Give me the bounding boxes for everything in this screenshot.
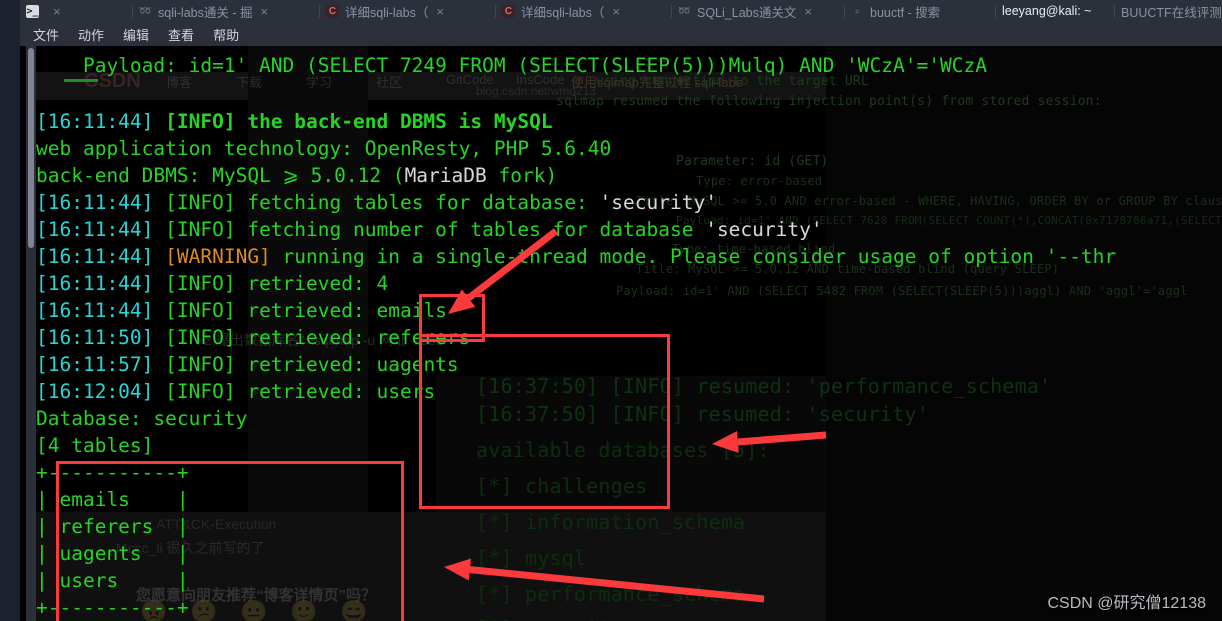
browser-tab-label: buuctf - 搜索 (870, 5, 941, 20)
close-icon[interactable]: × (260, 5, 268, 18)
browser-tab-label: SQLi_Labs通关文 (697, 5, 797, 20)
browser-tab-3[interactable]: C 详细sqli-labs（ × (496, 0, 671, 22)
close-icon[interactable]: × (53, 5, 61, 18)
arrow-to-count (448, 228, 559, 314)
terminal-menu-bar[interactable]: 文件 动作 编辑 查看 帮助 (20, 22, 1222, 46)
arrow-to-table (444, 558, 765, 603)
search-icon: ⌕ (854, 5, 861, 17)
c-icon: C (502, 4, 515, 18)
close-icon[interactable]: × (436, 5, 444, 18)
terminal-scrollbar-thumb[interactable] (28, 48, 34, 248)
browser-tab-label: BUUCTF在线评测 (1121, 5, 1222, 20)
browser-tab-label: 详细sqli-labs（ (345, 5, 429, 20)
arrow-to-names (712, 430, 827, 453)
browser-tab-2[interactable]: C 详细sqli-labs（ × (320, 0, 495, 22)
menu-item-0[interactable]: 文件 (32, 25, 60, 44)
annotation-arrows (444, 228, 827, 603)
browser-tab-1[interactable]: ➿ sqli-labs通关 - 掘 × (133, 0, 319, 22)
close-icon[interactable]: × (804, 5, 812, 18)
browser-tab-7[interactable]: BUUCTF在线评测× (1115, 0, 1222, 22)
browser-tab-4[interactable]: ➿ SQLi_Labs通关文 × (672, 0, 844, 22)
menu-item-4[interactable]: 帮助 (212, 25, 240, 44)
terminal-icon: >_ (26, 4, 39, 18)
csdn-watermark: CSDN @研究僧12138 (1047, 595, 1206, 612)
browser-tab-label: leeyang@kali: ~ (1002, 4, 1092, 18)
terminal-content-area[interactable]: CSDN 博客 下载 学习 社区 GitCode InsCode 使用sqlmap完整过程… (36, 46, 1222, 621)
browser-tab-strip[interactable]: >_ × ➿ sqli-labs通关 - 掘 × C 详细sqli-labs（ × C 详细sql… (0, 0, 1222, 22)
menu-item-1[interactable]: 动作 (77, 25, 105, 44)
browser-tab-label: sqli-labs通关 - 掘 (158, 5, 253, 20)
chart-icon: ➿ (678, 5, 691, 17)
tabstrip-left-gap (0, 0, 20, 22)
browser-tab-5[interactable]: ⌕ buuctf - 搜索 (845, 0, 995, 22)
browser-tab-0[interactable]: >_ × (20, 0, 132, 22)
menu-item-2[interactable]: 编辑 (122, 25, 150, 44)
close-icon[interactable]: × (612, 5, 620, 18)
browser-tab-label: 详细sqli-labs（ (521, 5, 605, 20)
chart-icon: ➿ (139, 5, 152, 17)
menu-item-3[interactable]: 查看 (167, 25, 195, 44)
browser-tab-6[interactable]: leeyang@kali: ~ (996, 0, 1114, 22)
c-icon: C (326, 4, 339, 18)
window-left-edge (0, 22, 20, 621)
